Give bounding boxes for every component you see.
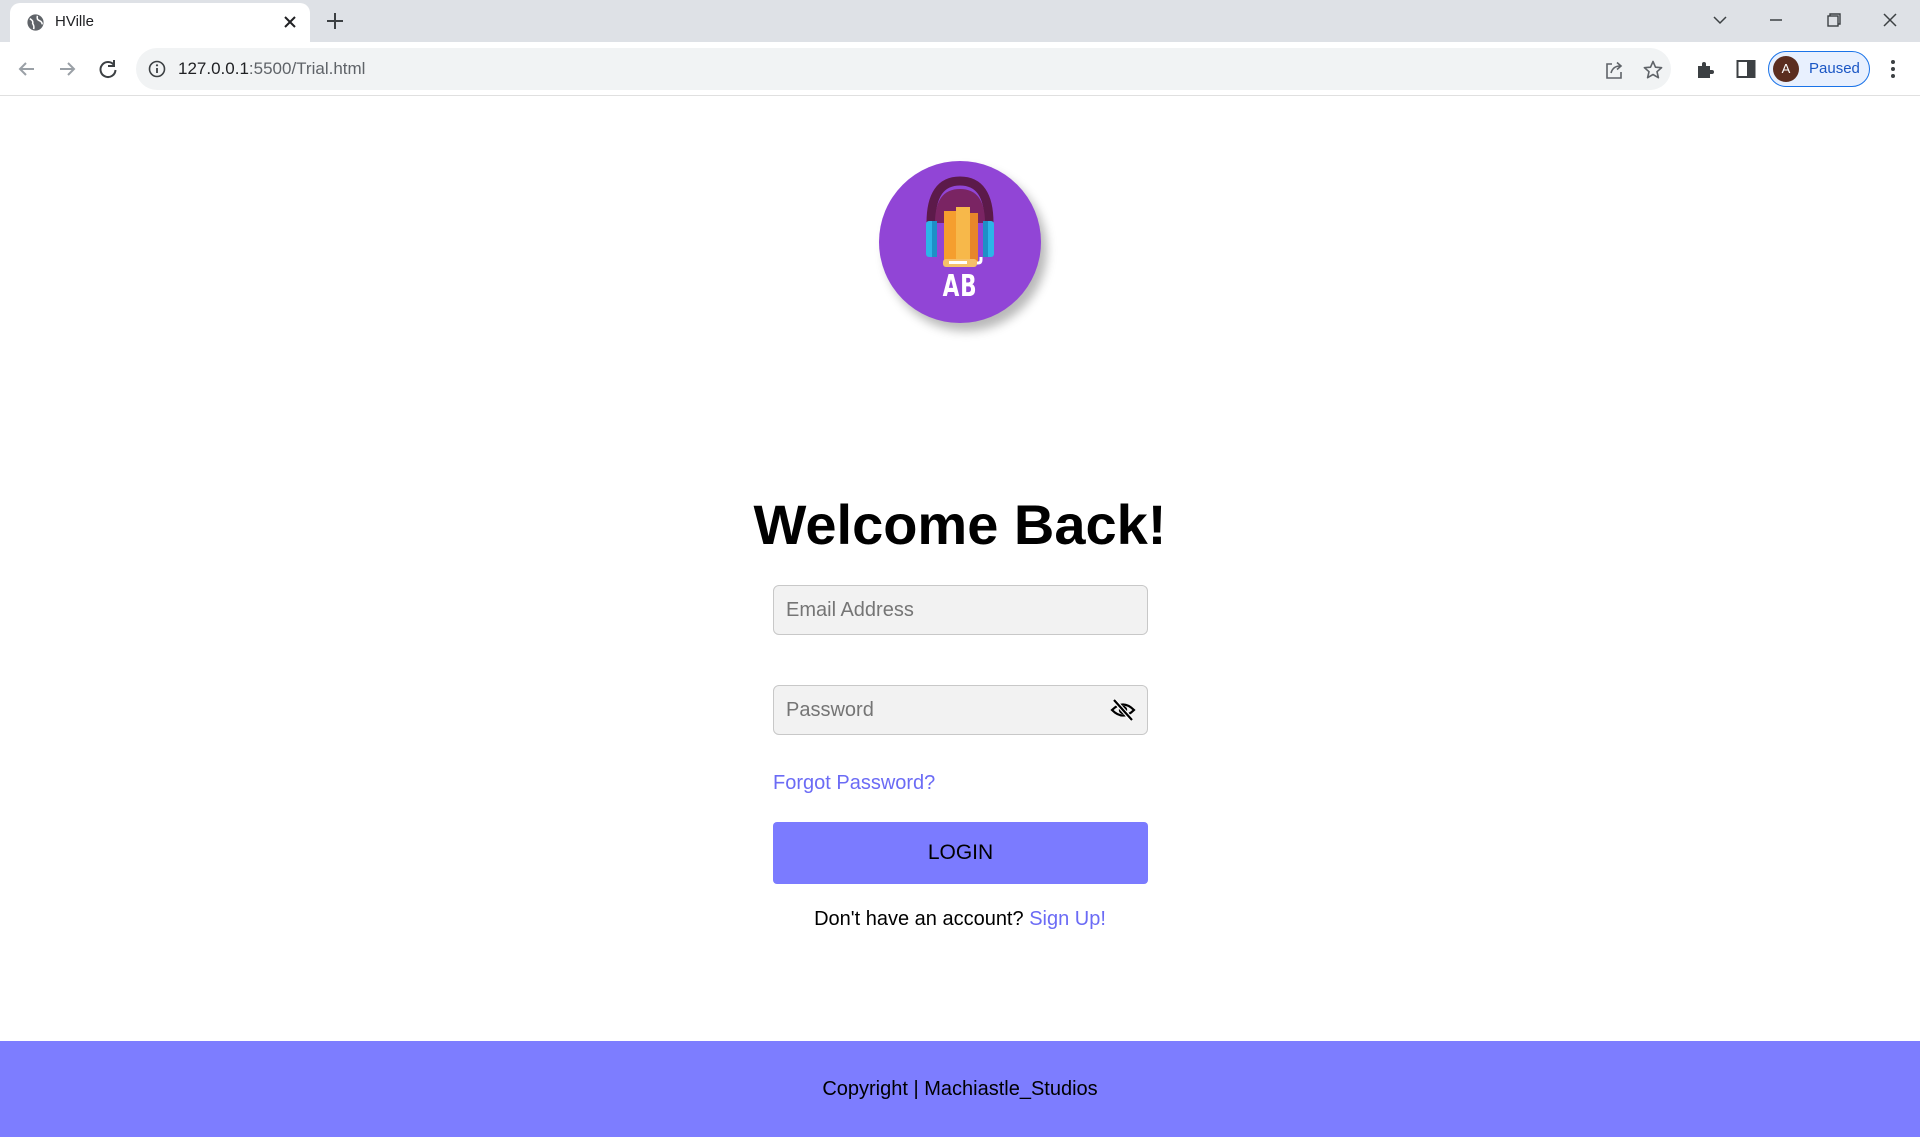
star-icon[interactable]: [1642, 59, 1664, 81]
plus-icon[interactable]: [324, 10, 346, 32]
password-field[interactable]: [773, 685, 1148, 735]
page-title: Welcome Back!: [753, 493, 1167, 556]
chevron-down-icon[interactable]: [1700, 6, 1740, 34]
app-logo: AB: [879, 161, 1041, 323]
side-panel-icon[interactable]: [1734, 57, 1758, 81]
signup-link[interactable]: Sign Up!: [1029, 908, 1106, 930]
footer-copyright: Copyright | Machiastle_Studios: [822, 1078, 1098, 1100]
back-icon[interactable]: [12, 54, 42, 84]
close-window-icon[interactable]: [1870, 6, 1910, 34]
forward-icon[interactable]: [52, 54, 82, 84]
email-field[interactable]: [773, 585, 1148, 635]
kebab-icon[interactable]: [1880, 56, 1906, 82]
info-icon[interactable]: [148, 60, 166, 78]
forgot-password-link[interactable]: Forgot Password?: [773, 772, 935, 795]
profile-status: Paused: [1809, 60, 1860, 77]
logo-initials: AB: [942, 269, 978, 304]
tab-strip: HVille: [0, 0, 1920, 42]
reload-icon[interactable]: [93, 54, 123, 84]
tab-title: HVille: [55, 13, 94, 30]
puzzle-icon[interactable]: [1694, 57, 1718, 81]
profile-button[interactable]: A Paused: [1768, 51, 1870, 87]
signup-prompt: Don't have an account?: [814, 908, 1024, 930]
avatar: A: [1773, 56, 1799, 82]
footer: Copyright | Machiastle_Studios: [0, 1041, 1920, 1137]
address-bar[interactable]: 127.0.0.1:5500/Trial.html: [136, 48, 1671, 90]
page-content: AB Welcome Back! Forgot Password? LOGIN …: [0, 97, 1920, 1137]
minimize-icon[interactable]: [1756, 6, 1796, 34]
share-icon[interactable]: [1603, 59, 1625, 81]
login-button[interactable]: LOGIN: [773, 822, 1148, 884]
browser-toolbar: 127.0.0.1:5500/Trial.html A Paused: [0, 42, 1920, 96]
url-text: 127.0.0.1:5500/Trial.html: [178, 59, 366, 78]
browser-tab[interactable]: HVille: [10, 3, 310, 42]
signup-prompt-line: Don't have an account? Sign Up!: [660, 908, 1260, 931]
globe-icon: [27, 14, 44, 31]
restore-icon[interactable]: [1813, 6, 1853, 34]
eye-off-icon[interactable]: [1110, 698, 1136, 722]
close-icon[interactable]: [280, 12, 300, 32]
